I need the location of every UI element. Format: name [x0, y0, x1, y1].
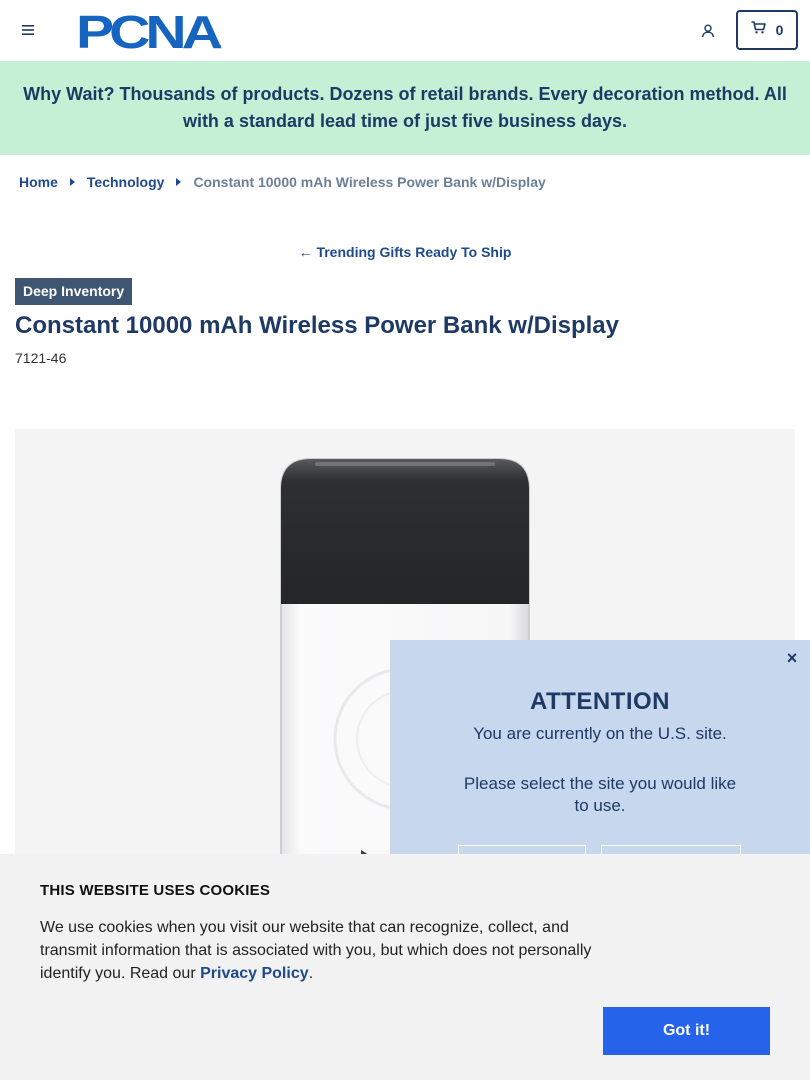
cart-button[interactable]: 0 — [736, 10, 798, 50]
pcna-logo[interactable]: PCNA ™ — [76, 6, 226, 58]
page: PCNA ™ 0 Why Wait? Thousands of products… — [0, 0, 810, 1080]
modal-title: ATTENTION — [529, 688, 671, 715]
accept-cookies-button[interactable]: Got it! — [603, 1007, 770, 1055]
breadcrumb-current: Constant 10000 mAh Wireless Power Bank w… — [193, 174, 546, 190]
back-link-label: Trending Gifts Ready To Ship — [316, 244, 512, 260]
hamburger-menu-icon[interactable] — [18, 20, 38, 40]
cookie-body-period: . — [308, 965, 314, 982]
caret-right-icon — [176, 178, 182, 186]
cookie-body: We use cookies when you visit our websit… — [40, 916, 610, 985]
modal-instruction-text: Please select the site you would like to… — [463, 774, 737, 815]
cart-count: 0 — [775, 22, 784, 38]
caret-right-icon — [69, 178, 75, 186]
site-header: PCNA ™ 0 — [0, 0, 810, 61]
cookie-body-text: We use cookies when you visit our websit… — [40, 919, 592, 982]
product-title: Constant 10000 mAh Wireless Power Bank w… — [15, 312, 619, 339]
arrow-left-icon: ← — [298, 244, 313, 260]
back-link-container: ← Trending Gifts Ready To Ship — [0, 244, 810, 260]
cookie-banner: THIS WEBSITE USES COOKIES We use cookies… — [0, 854, 810, 1080]
account-user-icon[interactable] — [697, 20, 719, 42]
modal-current-site-text: You are currently on the U.S. site. — [473, 724, 727, 743]
product-sku: 7121-46 — [15, 350, 67, 366]
inventory-badge: Deep Inventory — [15, 278, 133, 305]
promo-text: Why Wait? Thousands of products. Dozens … — [23, 84, 787, 131]
close-icon[interactable]: × — [782, 648, 802, 668]
privacy-policy-link[interactable]: Privacy Policy — [200, 965, 309, 982]
breadcrumb: Home Technology Constant 10000 mAh Wirel… — [19, 172, 546, 192]
back-link[interactable]: ← Trending Gifts Ready To Ship — [299, 244, 512, 260]
svg-text:PCNA: PCNA — [76, 10, 221, 50]
breadcrumb-home[interactable]: Home — [19, 174, 58, 190]
svg-text:™: ™ — [216, 44, 222, 50]
shopping-cart-icon — [751, 21, 766, 39]
promo-banner: Why Wait? Thousands of products. Dozens … — [0, 61, 810, 155]
breadcrumb-technology[interactable]: Technology — [87, 174, 165, 190]
cookie-title: THIS WEBSITE USES COOKIES — [40, 882, 271, 899]
